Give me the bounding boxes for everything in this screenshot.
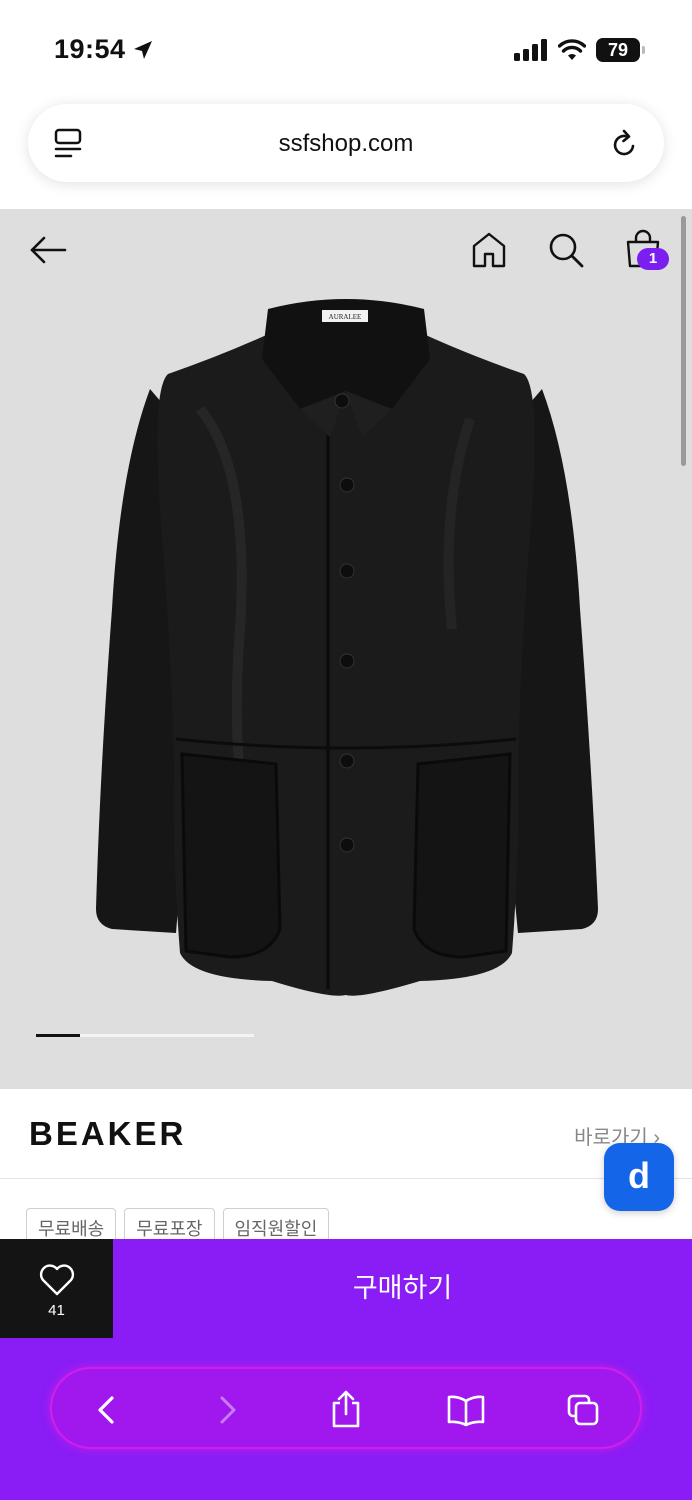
battery-indicator: 79 (596, 38, 645, 62)
cart-count-badge: 1 (637, 248, 669, 270)
status-indicators: 79 (514, 38, 645, 62)
share-icon[interactable] (329, 1389, 363, 1429)
back-icon[interactable] (90, 1393, 124, 1427)
battery-level: 79 (607, 39, 629, 60)
wifi-icon (558, 39, 586, 60)
image-pager[interactable] (36, 1034, 254, 1037)
home-icon[interactable] (471, 231, 507, 269)
bookmarks-icon[interactable] (446, 1393, 486, 1427)
signal-icon (514, 39, 547, 61)
search-icon[interactable] (547, 231, 585, 269)
buy-bar: 41 구매하기 (0, 1239, 692, 1338)
brand-row: BEAKER 바로가기 › (0, 1089, 692, 1179)
buy-button[interactable]: 구매하기 (113, 1239, 692, 1338)
floating-d-button[interactable]: d (604, 1143, 674, 1211)
url-text[interactable]: ssfshop.com (28, 130, 664, 158)
tabs-icon[interactable] (566, 1393, 600, 1427)
browser-toolbar (0, 1338, 692, 1500)
scrollbar[interactable] (681, 216, 686, 466)
status-time: 19:54 (54, 34, 154, 65)
location-arrow-icon (133, 40, 152, 59)
heart-icon (39, 1264, 75, 1296)
status-bar: 19:54 79 (0, 0, 692, 100)
image-pager-active (36, 1034, 80, 1037)
toolbar-pill (50, 1367, 642, 1449)
status-time-text: 19:54 (54, 34, 126, 64)
like-button[interactable]: 41 (0, 1239, 113, 1338)
forward-icon[interactable] (210, 1393, 244, 1427)
brand-name: BEAKER (29, 1115, 187, 1152)
back-arrow-icon[interactable] (28, 234, 68, 266)
like-count: 41 (48, 1302, 65, 1319)
url-bar[interactable]: ssfshop.com (28, 104, 664, 182)
label-text: AURALEE (329, 313, 362, 321)
product-image-area[interactable]: AURALEE (0, 209, 692, 1089)
product-image: AURALEE (96, 299, 598, 996)
reload-icon[interactable] (610, 128, 640, 160)
